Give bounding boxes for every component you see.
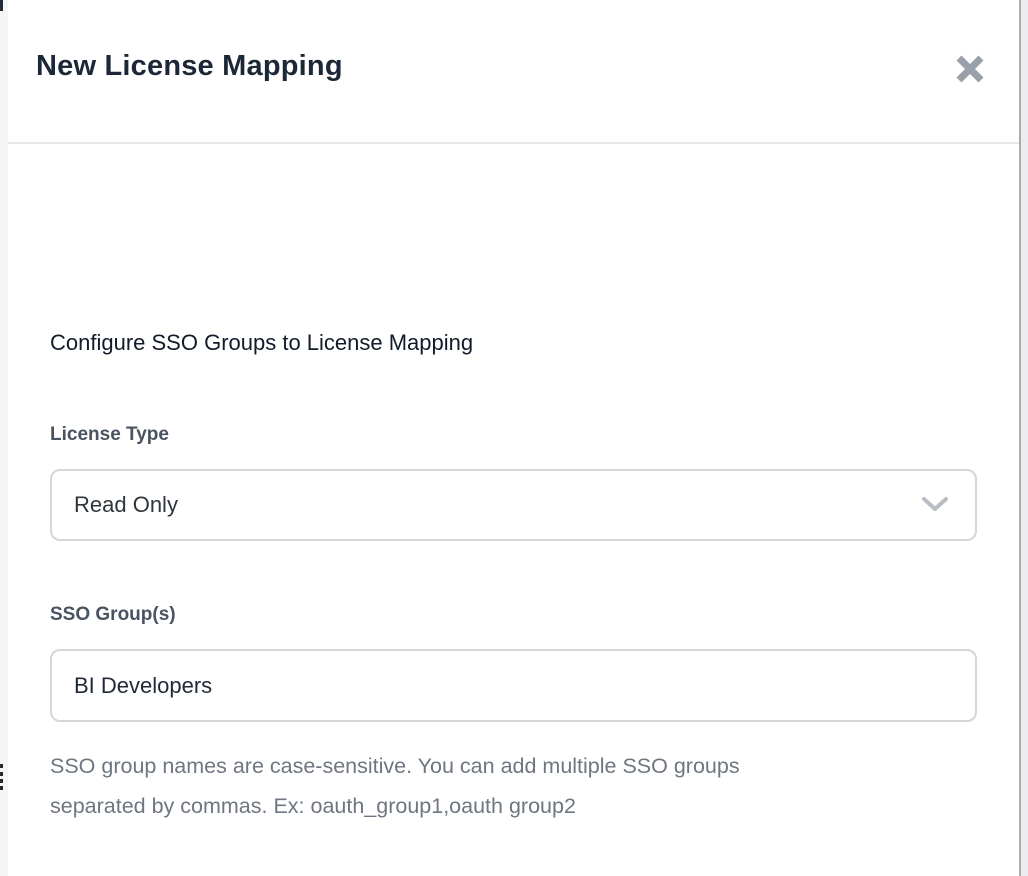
new-license-mapping-dialog: New License Mapping Configure SSO Groups… — [8, 0, 1021, 876]
background-page-fragment — [0, 764, 3, 768]
chevron-down-icon — [921, 496, 949, 514]
sso-groups-help-text: SSO group names are case-sensitive. You … — [50, 746, 740, 826]
background-page-fragment — [0, 772, 3, 776]
help-line-1: SSO group names are case-sensitive. You … — [50, 746, 740, 786]
sso-groups-label: SSO Group(s) — [50, 604, 176, 626]
help-line-2: separated by commas. Ex: oauth_group1,oa… — [50, 786, 740, 826]
dialog-title: New License Mapping — [36, 50, 343, 83]
background-page-fragment — [0, 779, 3, 783]
license-type-select[interactable]: Read Only — [50, 469, 977, 541]
background-page-fragment — [0, 786, 3, 790]
dialog-subtitle: Configure SSO Groups to License Mapping — [50, 330, 473, 356]
background-page-edge — [0, 0, 8, 876]
sso-groups-input[interactable] — [50, 649, 977, 722]
license-type-label: License Type — [50, 424, 169, 446]
dialog-header: New License Mapping — [8, 0, 1019, 144]
close-button[interactable] — [953, 52, 987, 86]
license-type-selected-value: Read Only — [74, 492, 921, 518]
close-icon — [955, 54, 985, 84]
background-page-fragment — [0, 0, 3, 11]
